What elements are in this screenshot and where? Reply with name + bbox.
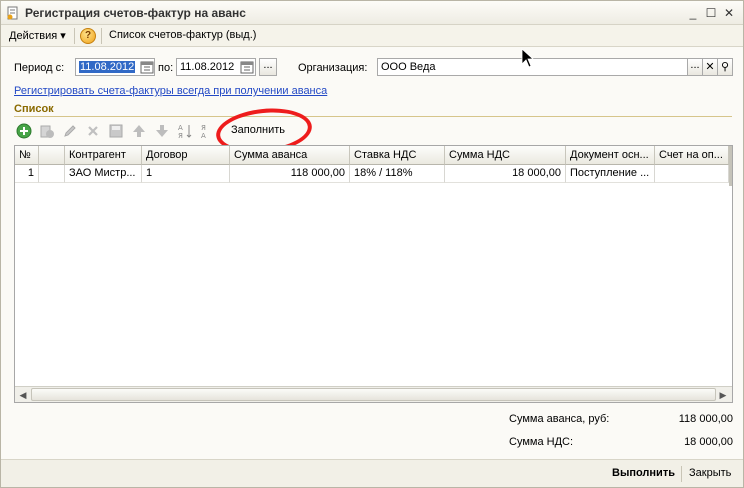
window-title: Регистрация счетов-фактур на аванс — [25, 6, 246, 20]
table-cell-counterparty[interactable]: ЗАО Мистр... — [65, 165, 142, 183]
execute-button[interactable]: Выполнить — [612, 467, 675, 479]
period-to-value: 11.08.2012 — [180, 61, 235, 73]
scroll-left-icon[interactable]: ◀ — [16, 388, 30, 402]
svg-text:A: A — [178, 124, 183, 132]
save-icon[interactable] — [108, 123, 124, 139]
calendar-icon[interactable] — [240, 60, 254, 74]
footer-separator — [681, 466, 682, 482]
close-button[interactable]: Закрыть — [689, 467, 731, 479]
table-header-base-document[interactable]: Документ осн... — [566, 146, 655, 165]
table-cell-payment-account[interactable] — [655, 165, 729, 183]
table-cell-vat-rate[interactable]: 18% / 118% — [350, 165, 445, 183]
maximize-icon[interactable]: ☐ — [703, 5, 719, 21]
invoice-table[interactable]: № Контрагент Договор Сумма аванса Ставка… — [14, 145, 733, 403]
actions-menu[interactable]: Действия ▾ — [9, 29, 66, 42]
vat-total-value: 18 000,00 — [684, 436, 733, 448]
organization-label: Организация: — [298, 62, 368, 74]
menu-bar: Действия ▾ ? Список счетов-фактур (выд.) — [1, 25, 743, 47]
register-invoices-link[interactable]: Регистрировать счета-фактуры всегда при … — [14, 85, 327, 97]
organization-select-button[interactable]: ... — [687, 58, 703, 76]
move-down-icon[interactable] — [154, 123, 170, 139]
table-header-contract[interactable]: Договор — [142, 146, 230, 165]
menu-separator — [74, 28, 75, 44]
table-header-flag[interactable] — [39, 146, 65, 165]
table-cell-flag[interactable] — [39, 165, 65, 183]
period-to-label: по: — [158, 62, 174, 74]
close-icon[interactable]: ✕ — [721, 5, 737, 21]
sort-descending-icon[interactable]: Я A — [200, 123, 216, 139]
table-header-advance-sum[interactable]: Сумма аванса — [230, 146, 350, 165]
add-icon[interactable] — [16, 123, 32, 139]
help-icon[interactable]: ? — [80, 28, 96, 44]
invoice-list-button[interactable]: Список счетов-фактур (выд.) — [109, 29, 256, 41]
svg-text:Я: Я — [201, 124, 206, 132]
scroll-right-icon[interactable]: ▶ — [716, 388, 730, 402]
period-from-value: 11.08.2012 — [79, 61, 136, 73]
vat-total-label: Сумма НДС: — [509, 436, 574, 448]
copy-icon[interactable] — [39, 123, 55, 139]
footer-bar: Выполнить Закрыть — [1, 459, 743, 487]
sort-ascending-icon[interactable]: A Я — [177, 123, 193, 139]
table-cell-contract[interactable]: 1 — [142, 165, 230, 183]
svg-text:Я: Я — [178, 132, 183, 139]
section-divider — [14, 116, 732, 117]
document-icon — [7, 6, 18, 20]
menu-separator — [101, 28, 102, 44]
period-from-label: Период с: — [14, 62, 65, 74]
list-section-title: Список — [14, 103, 54, 115]
table-cell-number[interactable]: 1 — [15, 165, 39, 183]
table-cell-vat-sum[interactable]: 18 000,00 — [445, 165, 566, 183]
mouse-cursor-icon — [521, 48, 535, 68]
advance-total-label: Сумма аванса, руб: — [509, 413, 610, 425]
scroll-thumb[interactable] — [31, 388, 716, 401]
horizontal-scrollbar[interactable]: ◀ ▶ — [15, 386, 732, 402]
table-header-counterparty[interactable]: Контрагент — [65, 146, 142, 165]
table-cell-advance-sum[interactable]: 118 000,00 — [230, 165, 350, 183]
organization-clear-button[interactable]: ✕ — [702, 58, 718, 76]
main-window: Регистрация счетов-фактур на аванс _ ☐ ✕… — [0, 0, 744, 488]
actions-menu-label: Действия — [9, 30, 58, 42]
period-select-button[interactable]: ... — [259, 58, 277, 76]
vertical-scroll-strip[interactable] — [729, 146, 732, 186]
move-up-icon[interactable] — [131, 123, 147, 139]
advance-total-value: 118 000,00 — [678, 413, 733, 425]
edit-icon[interactable] — [62, 123, 78, 139]
organization-value: ООО Веда — [381, 61, 436, 73]
table-header-vat-sum[interactable]: Сумма НДС — [445, 146, 566, 165]
organization-search-button[interactable]: ⚲ — [717, 58, 733, 76]
svg-text:A: A — [201, 132, 206, 139]
table-header-vat-rate[interactable]: Ставка НДС — [350, 146, 445, 165]
minimize-icon[interactable]: _ — [685, 5, 701, 21]
table-header-number[interactable]: № — [15, 146, 39, 165]
title-bar: Регистрация счетов-фактур на аванс _ ☐ ✕ — [1, 1, 743, 25]
table-cell-base-document[interactable]: Поступление ... — [566, 165, 655, 183]
table-header-payment-account[interactable]: Счет на оп... — [655, 146, 729, 165]
delete-icon[interactable] — [85, 123, 101, 139]
calendar-icon[interactable] — [140, 60, 154, 74]
